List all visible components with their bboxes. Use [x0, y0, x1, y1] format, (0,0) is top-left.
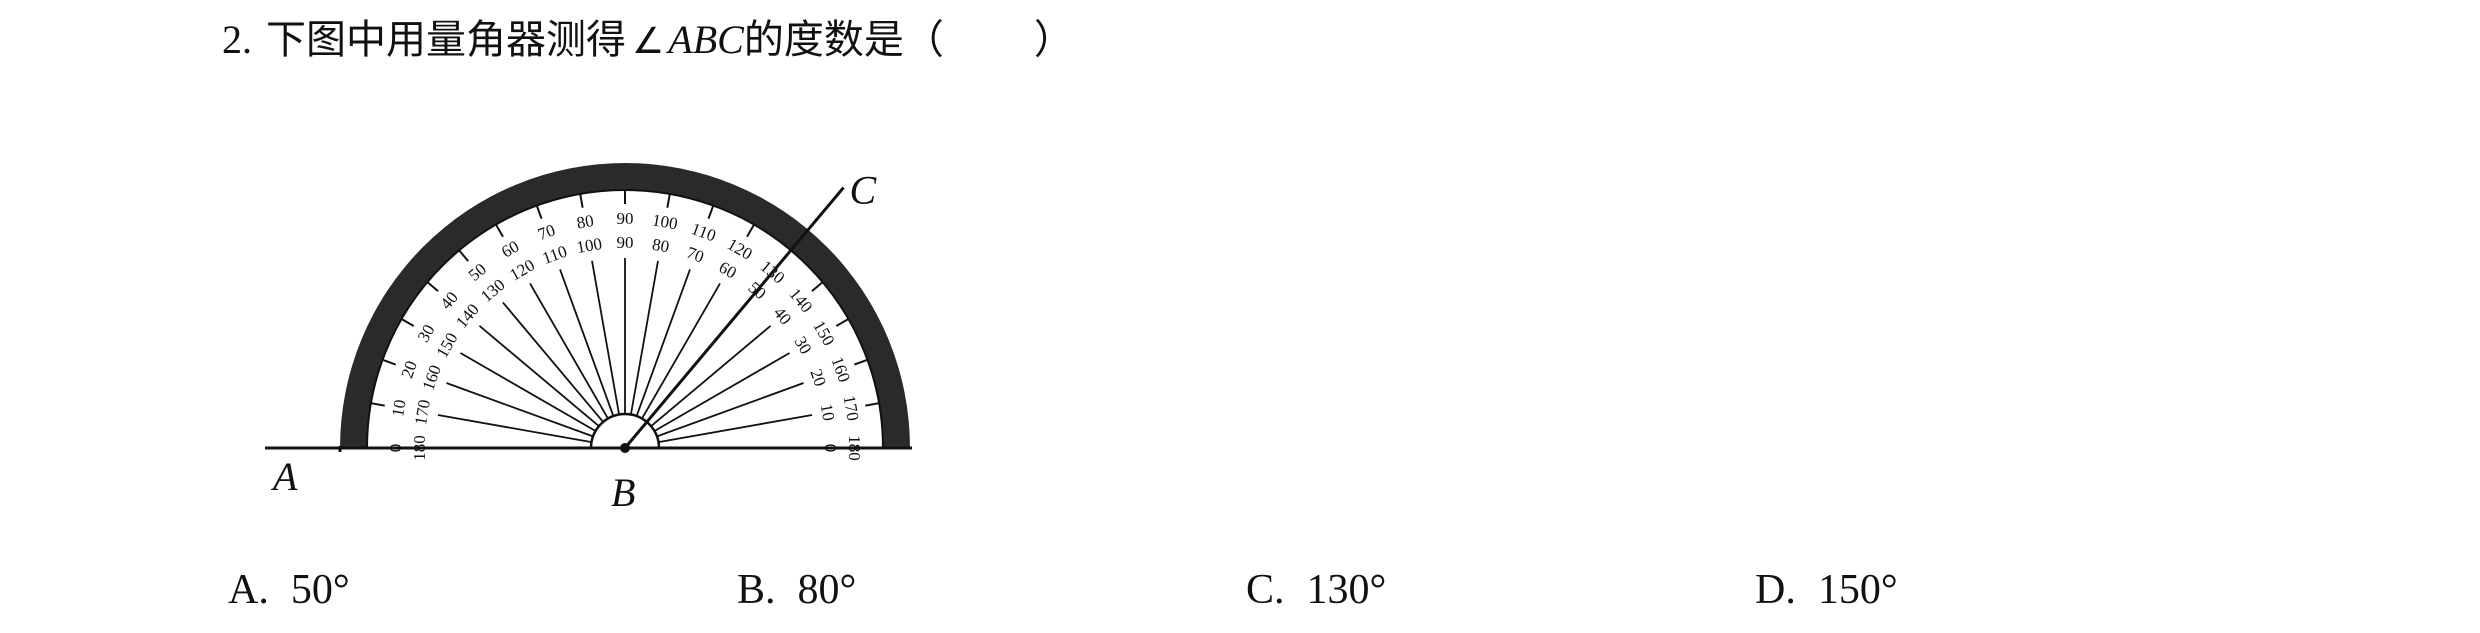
option-c-letter: C.: [1246, 567, 1285, 613]
inner-scale-label: 20: [806, 366, 830, 388]
inner-tick: [746, 224, 755, 238]
outer-scale-label: 10: [388, 398, 410, 418]
inner-tick: [458, 249, 469, 262]
inner-scale-label: 30: [791, 333, 816, 357]
option-d-letter: D.: [1755, 567, 1796, 613]
inner-tick: [401, 318, 415, 327]
outer-scale-label: 100: [651, 210, 679, 233]
inner-scale-label: 70: [684, 243, 706, 267]
inner-tick: [666, 193, 671, 208]
inner-tick: [382, 358, 397, 366]
inner-tick: [535, 205, 543, 220]
inner-tick: [426, 281, 439, 292]
answer-options: A. 50° B. 80° C. 130° D. 150°: [0, 560, 2480, 620]
protractor-ray: [630, 260, 659, 415]
outer-scale-label: 160: [827, 354, 854, 384]
inner-scale-label: 170: [411, 398, 434, 426]
protractor-ray: [635, 269, 691, 417]
inner-scale-label: 80: [651, 235, 671, 257]
angle-symbol: ∠: [632, 21, 665, 62]
inner-scale-label: 40: [770, 303, 795, 328]
option-d-value: 150°: [1817, 567, 1898, 613]
inner-scale-label: 160: [419, 362, 446, 392]
inner-tick: [370, 402, 385, 407]
inner-tick: [579, 193, 584, 208]
protractor-figure: 0180101702016030150401405013060120701108…: [255, 140, 945, 520]
inner-scale-label: 60: [716, 257, 740, 282]
outer-scale-label: 60: [498, 237, 522, 262]
protractor-ray: [502, 301, 604, 423]
close-paren: ）: [1033, 17, 1074, 62]
question-stem: 下图中用量角器测得: [266, 17, 626, 62]
inner-tick: [835, 318, 849, 327]
inner-tick: [811, 281, 824, 292]
protractor-ray: [437, 414, 592, 443]
outer-scale-label: 90: [617, 209, 634, 228]
inner-tick: [853, 358, 868, 366]
outer-scale-label: 40: [436, 288, 461, 313]
outer-scale-label: 20: [397, 358, 421, 380]
option-a-letter: A.: [228, 567, 269, 613]
point-label-A: A: [270, 454, 298, 499]
vertex-B-dot: [620, 443, 630, 453]
outer-scale-label: 30: [414, 321, 439, 345]
option-b[interactable]: B. 80°: [737, 560, 856, 620]
inner-tick: [865, 402, 880, 407]
inner-scale-label: 110: [540, 242, 570, 268]
question-number: 2.: [222, 17, 252, 62]
option-a-value: 50°: [290, 567, 350, 613]
angle-name: ABC: [668, 17, 744, 62]
inner-scale-label: 150: [432, 329, 461, 361]
inner-scale-label: 120: [506, 255, 538, 284]
inner-scale-label: 10: [817, 402, 839, 422]
outer-scale-label: 70: [535, 220, 557, 244]
option-c-value: 130°: [1306, 567, 1387, 613]
protractor-ray: [591, 260, 620, 415]
option-b-letter: B.: [737, 567, 776, 613]
point-label-C: C: [850, 168, 878, 213]
outer-scale-label: 50: [465, 259, 490, 284]
protractor-ray: [446, 382, 594, 438]
protractor-ray: [529, 283, 609, 420]
option-b-value: 80°: [797, 567, 857, 613]
question-text: 2. 下图中用量角器测得 ∠ ABC的度数是（ ）: [222, 10, 1074, 72]
inner-tick: [707, 205, 715, 220]
option-a[interactable]: A. 50°: [228, 560, 350, 620]
protractor-ray: [650, 325, 772, 427]
protractor-diagram: 0180101702016030150401405013060120701108…: [265, 163, 912, 515]
inner-scale-label: 90: [617, 233, 634, 252]
option-c[interactable]: C. 130°: [1246, 560, 1386, 620]
protractor-ray: [658, 414, 813, 443]
point-label-B: B: [611, 470, 635, 515]
outer-scale-label: 110: [689, 219, 719, 245]
option-d[interactable]: D. 150°: [1755, 560, 1898, 620]
protractor-ray: [478, 325, 600, 427]
protractor-ray: [656, 382, 804, 438]
question-stem-end: 的度数是（: [743, 17, 944, 62]
protractor-ray: [653, 352, 790, 432]
inner-tick: [495, 224, 504, 238]
outer-scale-label: 80: [575, 211, 595, 233]
outer-scale-label: 170: [840, 394, 863, 422]
inner-scale-label: 100: [575, 234, 603, 257]
protractor-ray: [460, 352, 597, 432]
protractor-ray: [559, 269, 615, 417]
angle-geometry: [265, 163, 912, 453]
